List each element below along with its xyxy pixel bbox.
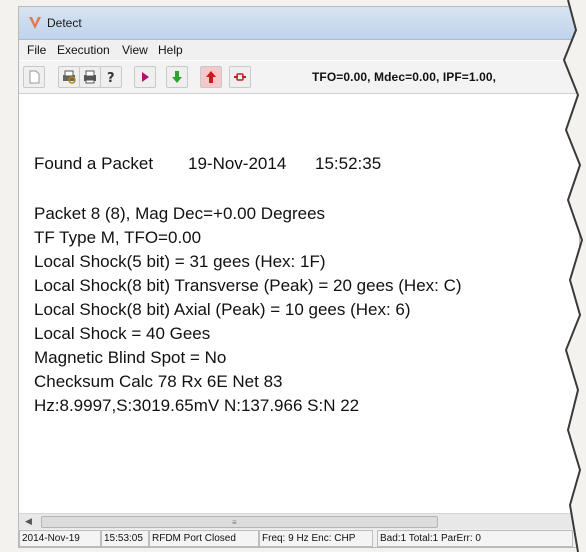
new-document-icon bbox=[29, 70, 40, 84]
packet-line: Local Shock(8 bit) Axial (Peak) = 10 gee… bbox=[34, 300, 411, 319]
print-preview-icon bbox=[63, 70, 76, 84]
status-time: 15:53:05 bbox=[101, 530, 149, 547]
svg-text:?: ? bbox=[107, 71, 115, 85]
download-button[interactable] bbox=[166, 66, 188, 88]
packet-line: Checksum Calc 78 Rx 6E Net 83 bbox=[34, 372, 283, 391]
connect-button[interactable] bbox=[229, 66, 251, 88]
packet-line: Local Shock(8 bit) Transverse (Peak) = 2… bbox=[34, 276, 462, 295]
connect-icon bbox=[234, 73, 246, 81]
packet-line: Packet 8 (8), Mag Dec=+0.00 Degrees bbox=[34, 204, 326, 223]
packet-line: TF Type M, TFO=0.00 bbox=[34, 228, 202, 247]
download-arrow-icon bbox=[172, 71, 182, 83]
upload-button[interactable] bbox=[200, 66, 222, 88]
window-title: Detect bbox=[47, 16, 82, 30]
packet-date: 19-Nov-2014 bbox=[188, 154, 287, 173]
new-document-button[interactable] bbox=[23, 66, 45, 88]
packet-output-area[interactable]: Found a Packet 19-Nov-2014 15:52:35 Pack… bbox=[19, 94, 579, 512]
title-bar[interactable]: Detect bbox=[19, 7, 579, 40]
print-preview-button[interactable] bbox=[58, 66, 80, 88]
menu-execution[interactable]: Execution bbox=[57, 43, 110, 57]
horizontal-scrollbar[interactable]: ◀ ≡ bbox=[19, 513, 579, 529]
scroll-left-icon[interactable]: ◀ bbox=[21, 514, 36, 529]
help-icon: ? bbox=[107, 71, 115, 85]
packet-line: Magnetic Blind Spot = No bbox=[34, 348, 227, 367]
menu-file[interactable]: File bbox=[27, 43, 46, 57]
packet-line: Hz:8.9997,S:3019.65mV N:137.966 S:N 22 bbox=[34, 396, 360, 415]
play-icon bbox=[142, 72, 149, 82]
status-date: 2014-Nov-19 bbox=[19, 530, 101, 547]
help-button[interactable]: ? bbox=[100, 66, 122, 88]
app-v-icon bbox=[29, 17, 41, 29]
toolbar-status-text: TFO=0.00, Mdec=0.00, IPF=1.00, bbox=[312, 70, 497, 84]
status-bar: 2014-Nov-19 15:53:05 RFDM Port Closed Fr… bbox=[19, 529, 579, 547]
found-packet-label: Found a Packet bbox=[34, 154, 154, 173]
print-button[interactable] bbox=[79, 66, 101, 88]
print-icon bbox=[84, 70, 96, 84]
status-counts: Bad:1 Total:1 ParErr: 0 bbox=[377, 530, 573, 547]
grip-icon: ≡ bbox=[232, 518, 237, 527]
toolbar: ? TFO=0.00, Mdec=0.00, IPF=1.00, bbox=[19, 61, 579, 94]
packet-line: Local Shock = 40 Gees bbox=[34, 324, 211, 343]
menu-view[interactable]: View bbox=[122, 43, 148, 57]
scrollbar-thumb[interactable]: ≡ bbox=[41, 516, 438, 528]
menu-bar: File Execution View Help bbox=[19, 40, 579, 60]
packet-time: 15:52:35 bbox=[315, 154, 382, 173]
detect-window: Detect File Execution View Help ? TFO=0.… bbox=[18, 6, 580, 548]
status-freq: Freq: 9 Hz Enc: CHP bbox=[259, 530, 373, 547]
upload-red-icon bbox=[206, 71, 216, 83]
status-port: RFDM Port Closed bbox=[149, 530, 259, 547]
menu-help[interactable]: Help bbox=[158, 43, 183, 57]
run-button[interactable] bbox=[134, 66, 156, 88]
torn-edge-decoration bbox=[562, 0, 586, 552]
packet-line: Local Shock(5 bit) = 31 gees (Hex: 1F) bbox=[34, 252, 326, 271]
